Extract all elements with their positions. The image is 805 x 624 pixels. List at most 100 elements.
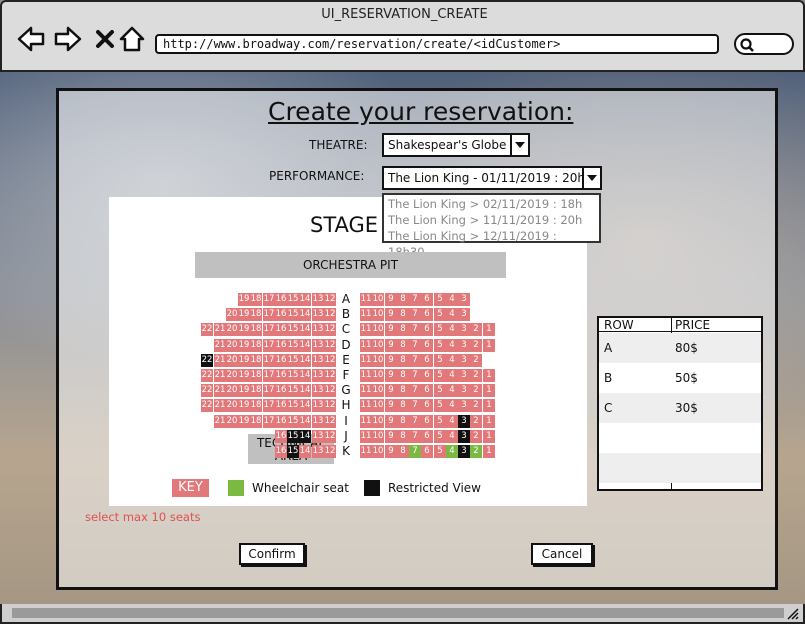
seat-d13[interactable]: 13: [312, 339, 324, 352]
seat-a9[interactable]: 9: [385, 293, 397, 306]
seat-j15[interactable]: 15: [287, 430, 299, 443]
seat-h17[interactable]: 17: [263, 399, 275, 412]
seat-i20[interactable]: 20: [226, 415, 238, 428]
seat-g12[interactable]: 12: [324, 384, 336, 397]
close-icon[interactable]: [90, 24, 120, 54]
seat-k11[interactable]: 11: [360, 445, 372, 458]
seat-h9[interactable]: 9: [385, 399, 397, 412]
seat-b20[interactable]: 20: [226, 308, 238, 321]
seat-d3[interactable]: 3: [458, 339, 470, 352]
seat-i5[interactable]: 5: [434, 415, 446, 428]
seat-f14[interactable]: 14: [299, 369, 311, 382]
seat-f7[interactable]: 7: [409, 369, 421, 382]
seat-j6[interactable]: 6: [421, 430, 433, 443]
seat-d21[interactable]: 21: [214, 339, 226, 352]
seat-d20[interactable]: 20: [226, 339, 238, 352]
seat-f21[interactable]: 21: [214, 369, 226, 382]
seat-a12[interactable]: 12: [324, 293, 336, 306]
seat-d11[interactable]: 11: [360, 339, 372, 352]
seat-e9[interactable]: 9: [385, 354, 397, 367]
seat-e5[interactable]: 5: [434, 354, 446, 367]
seat-a15[interactable]: 15: [287, 293, 299, 306]
seat-j1[interactable]: 1: [483, 430, 495, 443]
confirm-button[interactable]: Confirm: [239, 543, 305, 565]
seat-k4[interactable]: 4: [446, 445, 458, 458]
seat-k1[interactable]: 1: [483, 445, 495, 458]
seat-e4[interactable]: 4: [446, 354, 458, 367]
seat-c17[interactable]: 17: [263, 323, 275, 336]
seat-a11[interactable]: 11: [360, 293, 372, 306]
seat-f11[interactable]: 11: [360, 369, 372, 382]
seat-a10[interactable]: 10: [372, 293, 384, 306]
seat-b9[interactable]: 9: [385, 308, 397, 321]
seat-g20[interactable]: 20: [226, 384, 238, 397]
seat-c7[interactable]: 7: [409, 323, 421, 336]
back-arrow-icon[interactable]: [16, 24, 46, 54]
seat-d19[interactable]: 19: [238, 339, 250, 352]
seat-j7[interactable]: 7: [409, 430, 421, 443]
seat-c18[interactable]: 18: [250, 323, 262, 336]
home-icon[interactable]: [117, 24, 147, 54]
seat-j3[interactable]: 3: [458, 430, 470, 443]
seat-i19[interactable]: 19: [238, 415, 250, 428]
seat-i6[interactable]: 6: [421, 415, 433, 428]
seat-c8[interactable]: 8: [397, 323, 409, 336]
seat-b13[interactable]: 13: [312, 308, 324, 321]
seat-c5[interactable]: 5: [434, 323, 446, 336]
seat-i13[interactable]: 13: [312, 415, 324, 428]
seat-g2[interactable]: 2: [470, 384, 482, 397]
seat-e6[interactable]: 6: [421, 354, 433, 367]
seat-i8[interactable]: 8: [397, 415, 409, 428]
seat-k13[interactable]: 13: [312, 445, 324, 458]
seat-j5[interactable]: 5: [434, 430, 446, 443]
seat-g11[interactable]: 11: [360, 384, 372, 397]
seat-a17[interactable]: 17: [263, 293, 275, 306]
seat-c1[interactable]: 1: [483, 323, 495, 336]
seat-e11[interactable]: 11: [360, 354, 372, 367]
seat-d16[interactable]: 16: [275, 339, 287, 352]
seat-f1[interactable]: 1: [483, 369, 495, 382]
seat-c11[interactable]: 11: [360, 323, 372, 336]
seat-f17[interactable]: 17: [263, 369, 275, 382]
seat-f12[interactable]: 12: [324, 369, 336, 382]
search-field[interactable]: [734, 33, 794, 55]
seat-d5[interactable]: 5: [434, 339, 446, 352]
seat-g19[interactable]: 19: [238, 384, 250, 397]
seat-e2[interactable]: 2: [470, 354, 482, 367]
seat-b15[interactable]: 15: [287, 308, 299, 321]
seat-b10[interactable]: 10: [372, 308, 384, 321]
seat-h8[interactable]: 8: [397, 399, 409, 412]
cancel-button[interactable]: Cancel: [531, 543, 593, 565]
seat-c6[interactable]: 6: [421, 323, 433, 336]
seat-d10[interactable]: 10: [372, 339, 384, 352]
seat-b19[interactable]: 19: [238, 308, 250, 321]
seat-d8[interactable]: 8: [397, 339, 409, 352]
seat-a16[interactable]: 16: [275, 293, 287, 306]
seat-k2[interactable]: 2: [470, 445, 482, 458]
seat-c15[interactable]: 15: [287, 323, 299, 336]
seat-g8[interactable]: 8: [397, 384, 409, 397]
seat-k12[interactable]: 12: [324, 445, 336, 458]
seat-j8[interactable]: 8: [397, 430, 409, 443]
seat-e18[interactable]: 18: [250, 354, 262, 367]
seat-f10[interactable]: 10: [372, 369, 384, 382]
seat-i15[interactable]: 15: [287, 415, 299, 428]
seat-a13[interactable]: 13: [312, 293, 324, 306]
seat-i14[interactable]: 14: [299, 415, 311, 428]
seat-c22[interactable]: 22: [201, 323, 213, 336]
seat-h15[interactable]: 15: [287, 399, 299, 412]
seat-h14[interactable]: 14: [299, 399, 311, 412]
seat-a4[interactable]: 4: [446, 293, 458, 306]
seat-f13[interactable]: 13: [312, 369, 324, 382]
seat-e8[interactable]: 8: [397, 354, 409, 367]
seat-d2[interactable]: 2: [470, 339, 482, 352]
seat-h5[interactable]: 5: [434, 399, 446, 412]
seat-d12[interactable]: 12: [324, 339, 336, 352]
seat-h20[interactable]: 20: [226, 399, 238, 412]
seat-k6[interactable]: 6: [421, 445, 433, 458]
seat-b11[interactable]: 11: [360, 308, 372, 321]
seat-b16[interactable]: 16: [275, 308, 287, 321]
seat-i1[interactable]: 1: [483, 415, 495, 428]
seat-g1[interactable]: 1: [483, 384, 495, 397]
seat-j10[interactable]: 10: [372, 430, 384, 443]
